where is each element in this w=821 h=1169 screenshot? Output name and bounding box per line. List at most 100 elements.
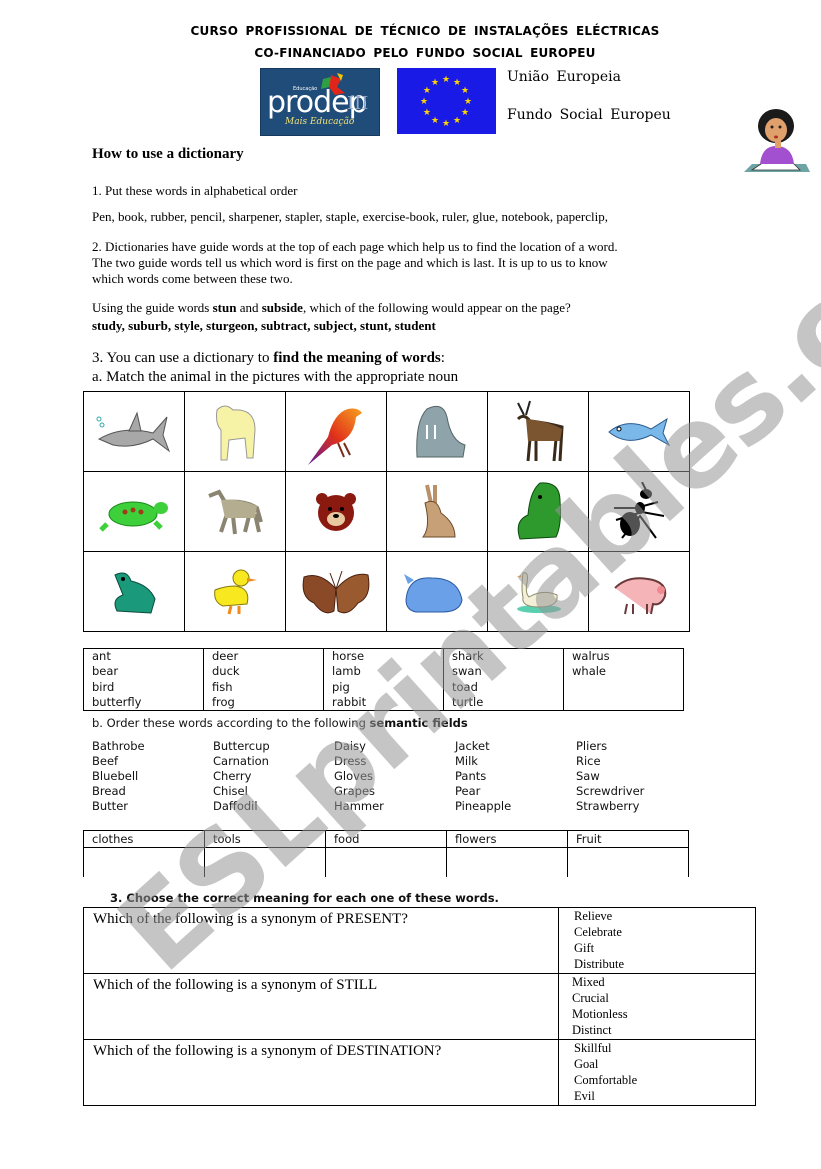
quiz-row: Which of the following is a synonym of D… <box>83 1039 756 1106</box>
picture-row <box>83 471 690 552</box>
quiz-question: Which of the following is a synonym of S… <box>83 973 559 1040</box>
quiz-option[interactable]: Goal <box>574 1056 755 1072</box>
quiz-option[interactable]: Gift <box>574 940 755 956</box>
quiz-option[interactable]: Comfortable <box>574 1072 755 1088</box>
word: Pliers <box>576 739 608 753</box>
word: Daisy <box>334 739 366 753</box>
picture-cell <box>184 391 286 472</box>
picture-cell <box>83 471 185 552</box>
quiz-option[interactable]: Skillful <box>574 1040 755 1056</box>
picture-cell <box>386 551 488 632</box>
word-column: shark swan toad turtle <box>443 647 564 712</box>
word: Hammer <box>334 799 384 813</box>
quiz-option[interactable]: Distinct <box>572 1022 755 1038</box>
word: Chisel <box>213 784 248 798</box>
quiz-option[interactable]: Celebrate <box>574 924 755 940</box>
lamb-icon <box>185 400 285 464</box>
word: Saw <box>576 769 600 783</box>
semantic-words-column: Jacket Milk Pants Pear Pineapple <box>455 739 576 814</box>
picture-cell <box>588 391 690 472</box>
word: Grapes <box>334 784 376 798</box>
answer-cell[interactable] <box>204 847 326 877</box>
quiz-option[interactable]: Relieve <box>574 908 755 924</box>
word: swan <box>452 664 482 679</box>
answer-cell[interactable] <box>83 847 205 877</box>
turtle-icon <box>84 492 184 532</box>
quiz-title: 3. Choose the correct meaning for each o… <box>110 891 499 905</box>
part-a-instruction: a. Match the animal in the pictures with… <box>92 369 459 385</box>
quiz-option[interactable]: Evil <box>574 1088 755 1104</box>
quiz-option[interactable]: Motionless <box>572 1006 755 1022</box>
eu-star-icon: ★ <box>431 115 439 125</box>
semantic-words-column: Pliers Rice Saw Screwdriver Strawberry <box>576 739 697 814</box>
shark-icon <box>84 407 184 457</box>
word: Milk <box>455 754 478 768</box>
word: Pants <box>455 769 487 783</box>
word: Buttercup <box>213 739 270 753</box>
horse-icon <box>185 488 285 536</box>
walrus-icon <box>387 401 487 463</box>
eu-star-icon: ★ <box>464 96 472 106</box>
word: Rice <box>576 754 601 768</box>
eu-star-icon: ★ <box>431 77 439 87</box>
semantic-fields-answer-row <box>83 847 689 877</box>
rabbit-icon <box>387 483 487 541</box>
picture-cell <box>285 471 387 552</box>
word: rabbit <box>332 694 367 709</box>
picture-row <box>83 551 690 632</box>
quiz-row: Which of the following is a synonym of P… <box>83 907 756 974</box>
word: Beef <box>92 754 119 768</box>
answer-cell[interactable] <box>446 847 568 877</box>
answer-cell[interactable] <box>325 847 447 877</box>
prodep-logo: Educação prodep III Mais Educação <box>260 68 380 136</box>
guide-word-1: stun <box>212 300 237 315</box>
eu-star-icon: ★ <box>461 107 469 117</box>
picture-cell <box>487 471 589 552</box>
picture-row <box>83 391 690 472</box>
swan-icon <box>488 569 588 615</box>
word: Carnation <box>213 754 269 768</box>
section2-line: The two guide words tell us which word i… <box>92 255 608 270</box>
field-header: food <box>325 830 447 848</box>
section3-intro: 3. You can use a dictionary to find the … <box>92 349 445 367</box>
semantic-words-column: Bathrobe Beef Bluebell Bread Butter <box>92 739 213 814</box>
question-and: and <box>236 300 262 315</box>
word: deer <box>212 649 239 663</box>
word: Pear <box>455 784 481 798</box>
word: bird <box>92 679 115 694</box>
quiz-option[interactable]: Distribute <box>574 956 755 972</box>
word: toad <box>452 679 478 694</box>
field-header: Fruit <box>567 830 689 848</box>
intro-bold: find the meaning of words <box>273 350 441 366</box>
duck-icon <box>185 568 285 616</box>
intro-suffix: : <box>440 350 445 366</box>
quiz-option[interactable]: Crucial <box>572 990 755 1006</box>
intro-prefix: 3. You can use a dictionary to <box>92 350 274 366</box>
word: Bluebell <box>92 769 139 783</box>
answer-cell[interactable] <box>567 847 689 877</box>
eu-flag: ★ ★ ★ ★ ★ ★ ★ ★ ★ ★ ★ ★ <box>397 68 496 134</box>
word: Strawberry <box>576 799 640 813</box>
quiz-options: Mixed Crucial Motionless Distinct <box>558 973 756 1040</box>
word-column: walrus whale <box>563 647 684 712</box>
word: lamb <box>332 664 361 679</box>
picture-cell <box>386 391 488 472</box>
picture-cell <box>83 551 185 632</box>
quiz-question: Which of the following is a synonym of P… <box>83 907 559 974</box>
word: turtle <box>452 694 484 709</box>
whale-icon <box>387 570 487 614</box>
deer-icon <box>488 399 588 465</box>
question-suffix: , which of the following would appear on… <box>302 300 571 315</box>
semantic-fields-header: clothes tools food flowers Fruit <box>83 830 689 848</box>
butterfly-icon <box>286 567 386 617</box>
eu-star-icon: ★ <box>453 115 461 125</box>
field-header: clothes <box>83 830 205 848</box>
word-column: deer duck fish frog <box>203 647 324 712</box>
word-column: ant bear bird butterfly <box>83 647 204 712</box>
part-b-instruction: b. Order these words according to the fo… <box>92 716 468 731</box>
frog-icon <box>84 569 184 615</box>
field-header: flowers <box>446 830 568 848</box>
quiz-option[interactable]: Mixed <box>572 974 755 990</box>
guide-words-options: study, suburb, style, sturgeon, subtract… <box>92 318 436 333</box>
eu-star-icon: ★ <box>442 118 450 128</box>
